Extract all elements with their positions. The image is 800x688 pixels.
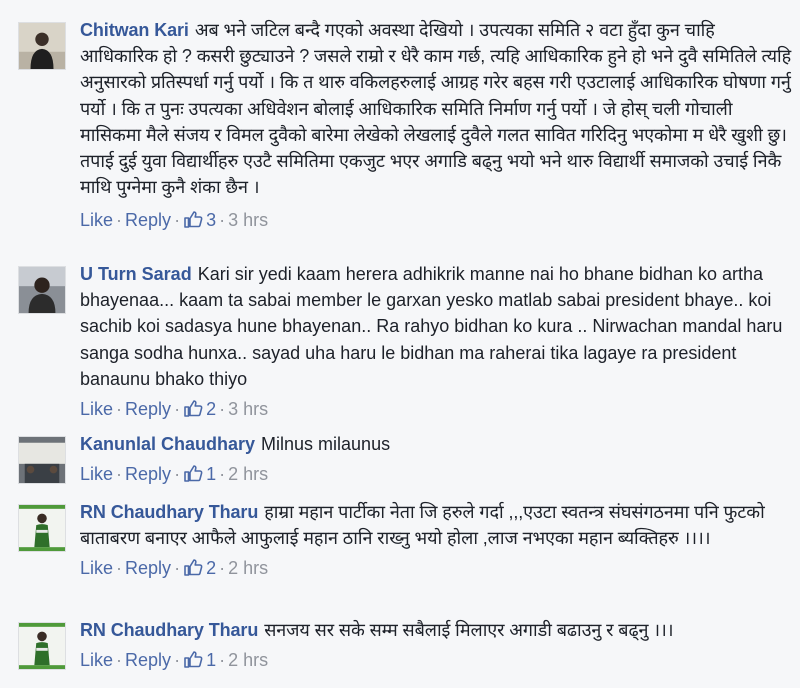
timestamp[interactable]: 2 hrs [228,558,268,578]
like-count[interactable]: 3 [206,210,216,230]
comment-text: RN Chaudhary Tharu सनजय सर सके सम्म सबैला… [80,617,792,643]
like-button[interactable]: Like [80,210,113,230]
separator-dot: · [174,210,181,231]
separator-dot: · [174,650,181,671]
avatar[interactable] [18,266,66,314]
separator-dot: · [174,558,181,579]
separator-dot: · [174,399,181,420]
comment-author[interactable]: RN Chaudhary Tharu [80,620,258,640]
timestamp[interactable]: 3 hrs [228,210,268,230]
separator-dot: · [219,650,226,671]
separator-dot: · [219,210,226,231]
separator-dot: · [116,399,123,420]
reply-button[interactable]: Reply [125,558,171,578]
separator-dot: · [116,558,123,579]
thumbs-up-icon[interactable] [183,557,203,577]
like-count[interactable]: 2 [206,399,216,419]
comment-thread: Chitwan Kari अब भने जटिल बन्दै गएको अवस्थ… [0,0,800,688]
comment-text: U Turn Sarad Kari sir yedi kaam herera ad… [80,261,792,392]
separator-dot: · [116,210,123,231]
like-button[interactable]: Like [80,558,113,578]
thumbs-up-icon[interactable] [183,463,203,483]
reply-button[interactable]: Reply [125,210,171,230]
comment-body: Milnus milaunus [261,434,391,454]
comment-text: Kanunlal Chaudhary Milnus milaunus [80,431,792,457]
separator-dot: · [219,464,226,485]
comment-actions: Like · Reply · 2 · 2 hrs [80,557,792,579]
timestamp[interactable]: 3 hrs [228,399,268,419]
avatar[interactable] [18,622,66,670]
comment-author[interactable]: Kanunlal Chaudhary [80,434,255,454]
separator-dot: · [219,399,226,420]
reply-button[interactable]: Reply [125,464,171,484]
timestamp[interactable]: 2 hrs [228,464,268,484]
comment-actions: Like · Reply · 3 · 3 hrs [80,209,792,231]
comment-author[interactable]: RN Chaudhary Tharu [80,502,258,522]
reply-button[interactable]: Reply [125,399,171,419]
comment-body: अब भने जटिल बन्दै गएको अवस्था देखियो । उ… [80,20,792,198]
comment-body: सनजय सर सके सम्म सबैलाई मिलाएर अगाडी बढा… [264,620,674,640]
avatar[interactable] [18,436,66,484]
comment-actions: Like · Reply · 1 · 2 hrs [80,649,792,671]
comment-text: Chitwan Kari अब भने जटिल बन्दै गएको अवस्थ… [80,17,792,200]
thumbs-up-icon[interactable] [183,649,203,669]
thumbs-up-icon[interactable] [183,209,203,229]
comment-author[interactable]: U Turn Sarad [80,264,192,284]
avatar[interactable] [18,22,66,70]
like-count[interactable]: 1 [206,650,216,670]
avatar[interactable] [18,504,66,552]
comment-actions: Like · Reply · 2 · 3 hrs [80,398,792,420]
like-button[interactable]: Like [80,650,113,670]
comment-text: RN Chaudhary Tharu हाम्रा महान पार्टीका न… [80,499,792,551]
like-button[interactable]: Like [80,399,113,419]
comment-actions: Like · Reply · 1 · 2 hrs [80,463,792,485]
like-button[interactable]: Like [80,464,113,484]
like-count[interactable]: 2 [206,558,216,578]
like-count[interactable]: 1 [206,464,216,484]
separator-dot: · [116,650,123,671]
timestamp[interactable]: 2 hrs [228,650,268,670]
separator-dot: · [174,464,181,485]
reply-button[interactable]: Reply [125,650,171,670]
thumbs-up-icon[interactable] [183,398,203,418]
separator-dot: · [116,464,123,485]
comment-author[interactable]: Chitwan Kari [80,20,189,40]
separator-dot: · [219,558,226,579]
